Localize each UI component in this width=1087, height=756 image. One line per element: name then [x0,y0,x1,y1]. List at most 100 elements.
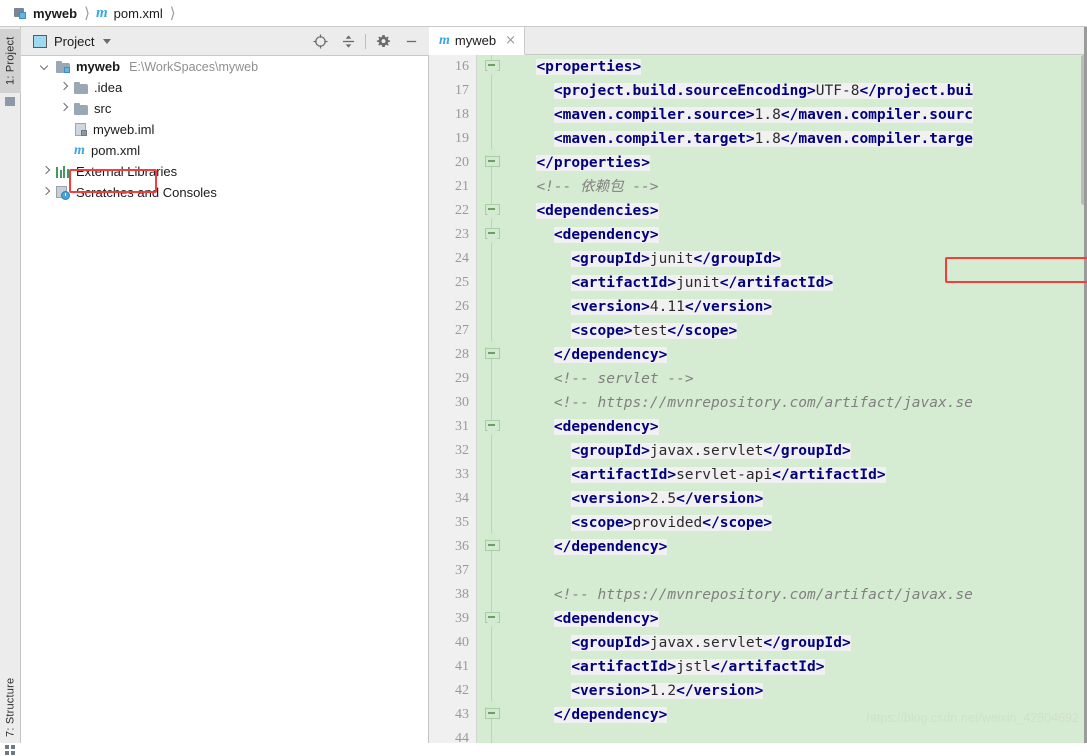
token-cmt: <!-- 依赖包 --> [536,179,659,195]
code-text: </dependency> [553,703,668,727]
fold-toggle-icon[interactable] [485,708,500,722]
token-tag: </maven.compiler.targe [780,131,973,147]
project-tree[interactable]: myweb E:\WorkSpaces\myweb .idea src mywe… [21,56,429,203]
code-text: <dependency> [553,607,659,631]
code-text: </properties> [536,151,650,175]
tree-label-idea: .idea [94,80,123,95]
code-line: 23 <dependency> [429,223,1087,247]
tree-item-scratches-and-consoles[interactable]: Scratches and Consoles [21,182,429,203]
token-cmt: <!-- servlet --> [553,371,694,387]
code-text: <artifactId>junit</artifactId> [571,271,834,295]
line-number: 30 [455,395,469,410]
code-line: 27 <scope>test</scope> [429,319,1087,343]
code-text: <groupId>javax.servlet</groupId> [571,631,851,655]
code-text: <artifactId>servlet-api</artifactId> [571,463,886,487]
code-editor[interactable]: 16 <properties> 17 <project.build.sourceEnc… [429,55,1087,743]
tool-window-label-project: 1: Project [4,36,17,86]
code-text: <!-- https://mvnrepository.com/artifact/… [554,583,973,607]
token-cmt: <!-- https://mvnrepository.com/artifact/… [553,395,973,411]
code-line: 16 <properties> [429,55,1087,79]
token-tag: </scope> [702,515,773,531]
fold-toggle-icon[interactable] [485,612,500,626]
chevron-right-icon[interactable] [41,188,50,197]
code-line: 20 </properties> [429,151,1087,175]
tree-label-pom-xml: pom.xml [91,143,141,158]
token-tag: </version> [676,683,764,699]
breadcrumb-item-project[interactable]: myweb [14,6,77,21]
sidebar-item-structure[interactable]: 7: Structure [0,672,21,742]
editor-tab-strip: m myweb × [429,27,1087,55]
tree-label-myweb-iml: myweb.iml [93,122,155,137]
close-icon[interactable]: × [505,34,516,47]
chevron-right-icon[interactable] [59,83,68,92]
project-view-icon [33,34,47,48]
token-tag: </dependency> [553,539,668,555]
line-number: 41 [455,659,469,674]
fold-toggle-icon[interactable] [485,60,500,74]
token-tag: </groupId> [693,251,781,267]
editor-tab-myweb[interactable]: m myweb × [429,27,525,55]
line-number: 28 [455,347,469,362]
token-tag: </scope> [667,323,738,339]
code-line: 43 </dependency> [429,703,1087,727]
collapse-all-icon[interactable] [334,27,362,56]
settings-gear-icon[interactable] [369,27,397,56]
tree-item-src[interactable]: src [21,98,429,119]
scratches-icon [56,185,71,200]
chevron-right-icon[interactable] [41,167,50,176]
code-line: 40 <groupId>javax.servlet</groupId> [429,631,1087,655]
line-number: 23 [455,227,469,242]
project-panel-toolbar: Project [21,27,429,56]
token-tag: </version> [684,299,773,315]
token-cmt: <!-- https://mvnrepository.com/artifact/… [553,587,973,603]
fold-toggle-icon[interactable] [485,204,500,218]
chevron-right-icon[interactable] [59,104,68,113]
tree-item-idea[interactable]: .idea [21,77,429,98]
breadcrumb-item-file[interactable]: m pom.xml [96,5,163,22]
token-val: servlet-api [676,467,773,483]
code-line: 33 <artifactId>servlet-api</artifactId> [429,463,1087,487]
code-text: </dependency> [553,535,668,559]
fold-toggle-icon[interactable] [485,348,500,362]
token-tag: </dependency> [553,347,668,363]
code-line: 22 <dependencies> [429,199,1087,223]
sidebar-item-project[interactable]: 1: Project [0,29,21,93]
fold-toggle-icon[interactable] [485,540,500,554]
project-panel-actions [306,27,425,56]
tree-item-myweb-iml[interactable]: myweb.iml [21,119,429,140]
token-val: jstl [676,659,711,675]
chevron-down-icon[interactable] [41,62,50,71]
code-text: <scope>provided</scope> [571,511,773,535]
tree-item-pom-xml[interactable]: m pom.xml [21,140,429,161]
project-panel-title-group[interactable]: Project [33,34,112,49]
maven-m-icon: m [439,32,450,48]
line-number: 33 [455,467,469,482]
code-text: <!-- 依赖包 --> [536,175,658,199]
tree-item-external-libraries[interactable]: External Libraries [21,161,429,182]
locate-icon[interactable] [306,27,334,56]
code-line: 28 </dependency> [429,343,1087,367]
fold-toggle-icon[interactable] [485,156,500,170]
code-text: </dependency> [553,343,668,367]
code-line: 42 <version>1.2</version> [429,679,1087,703]
module-folder-icon [56,60,71,73]
token-tag: <version> [571,299,650,315]
token-val: javax.servlet [649,443,764,459]
token-tag: </maven.compiler.sourc [780,107,973,123]
token-tag: <version> [571,683,650,699]
fold-toggle-icon[interactable] [485,228,500,242]
token-val: test [632,323,668,339]
code-text: <groupId>javax.servlet</groupId> [571,439,851,463]
chevron-down-icon[interactable] [103,38,112,44]
token-tag: <groupId> [571,443,650,459]
fold-toggle-icon[interactable] [485,420,500,434]
token-tag: <maven.compiler.source> [553,107,755,123]
code-line: 35 <scope>provided</scope> [429,511,1087,535]
token-tag: <version> [571,491,650,507]
tree-item-myweb[interactable]: myweb E:\WorkSpaces\myweb [21,56,429,77]
token-tag: <dependency> [553,419,659,435]
line-number: 18 [455,107,469,122]
token-tag: </properties> [536,155,650,171]
code-text: <version>1.2</version> [571,679,764,703]
hide-panel-icon[interactable] [397,27,425,56]
